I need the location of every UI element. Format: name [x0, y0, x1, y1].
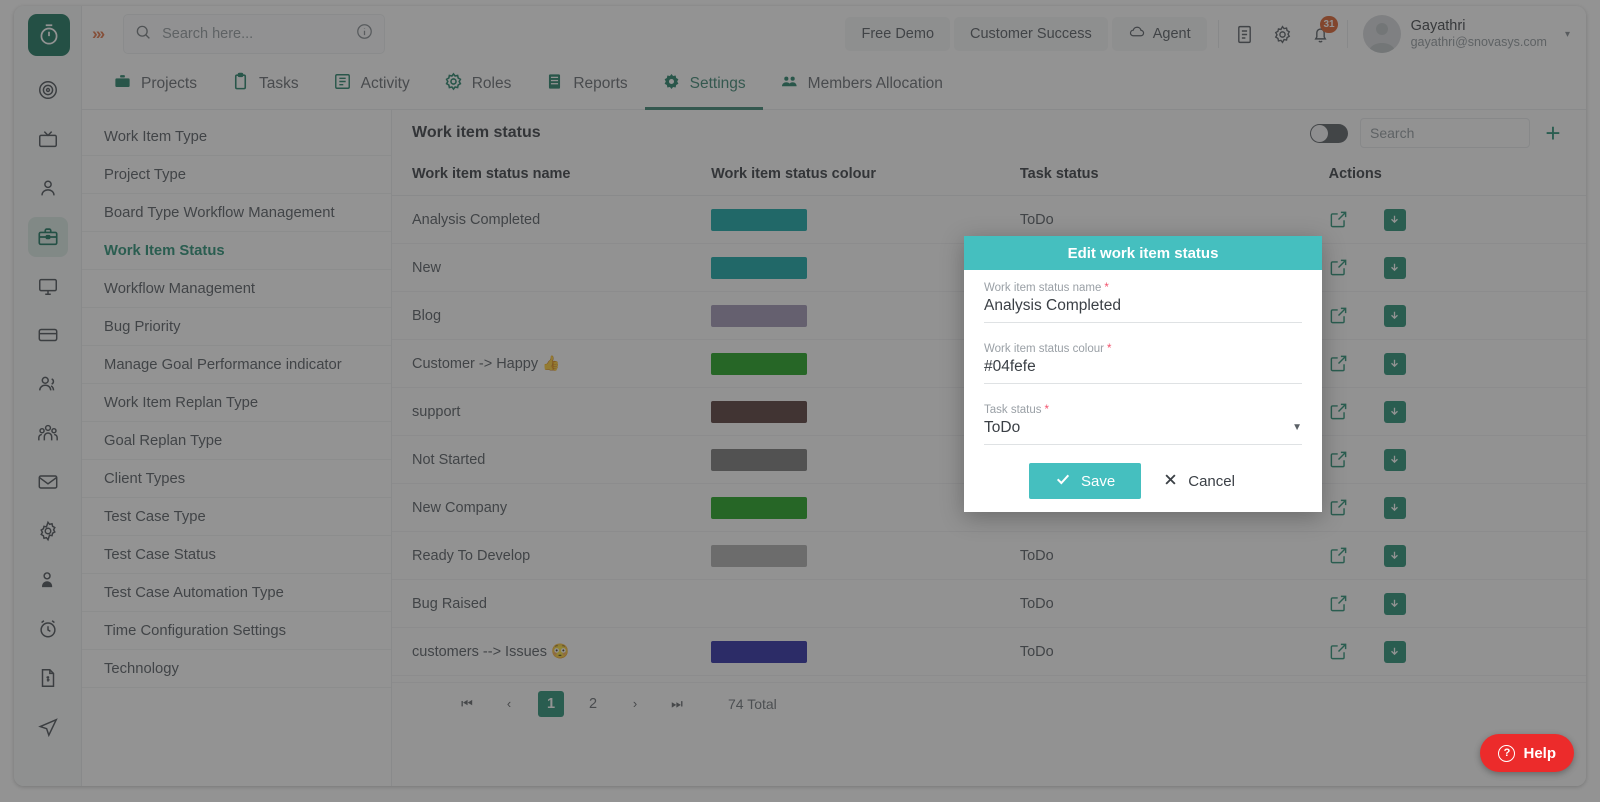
label-text: Work item status colour: [984, 343, 1104, 355]
save-label: Save: [1081, 472, 1116, 490]
field-label: Work item status name *: [984, 282, 1302, 294]
label-text: Task status: [984, 404, 1042, 416]
dialog-actions: Save Cancel: [984, 463, 1302, 499]
required-marker: *: [1104, 282, 1109, 294]
field-label: Work item status colour *: [984, 343, 1302, 355]
question-icon: ?: [1498, 744, 1516, 762]
required-marker: *: [1044, 404, 1050, 416]
task-status-select[interactable]: [984, 416, 1293, 444]
edit-work-item-status-dialog: Edit work item status Work item status n…: [964, 236, 1322, 512]
help-label: Help: [1523, 744, 1556, 762]
close-icon: [1163, 472, 1178, 491]
chevron-down-icon[interactable]: ▼: [1292, 422, 1302, 439]
modal-overlay[interactable]: [0, 0, 1600, 802]
status-colour-input[interactable]: [984, 355, 1302, 383]
dialog-title: Edit work item status: [964, 236, 1322, 270]
check-icon: [1055, 471, 1071, 491]
cancel-label: Cancel: [1188, 472, 1235, 490]
required-marker: *: [1106, 343, 1112, 355]
field-status-name: Work item status name *: [984, 282, 1302, 323]
label-text: Work item status name: [984, 282, 1102, 294]
field-label: Task status *: [984, 404, 1302, 416]
status-name-input[interactable]: [984, 294, 1302, 322]
help-button[interactable]: ? Help: [1480, 734, 1574, 772]
app-root: »› Free Demo Customer Success: [0, 0, 1600, 802]
save-button[interactable]: Save: [1029, 463, 1142, 499]
field-task-status: Task status* ▼: [984, 404, 1302, 445]
dialog-body: Work item status name* Work item status …: [964, 270, 1322, 499]
cancel-button[interactable]: Cancel: [1141, 463, 1257, 499]
field-status-colour: Work item status colour *: [984, 343, 1302, 384]
